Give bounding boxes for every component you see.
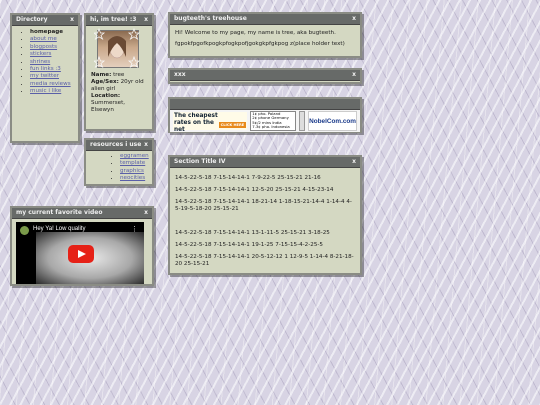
ad-rates-list[interactable]: 1¢ pho. Poland 2¢ phone Germany 5¢/2 min… <box>250 111 297 131</box>
directory-item-media-reviews[interactable]: media reviews <box>30 81 73 88</box>
section-iv-title: Section Title IV <box>174 158 226 165</box>
cipher-line: 14-5-22-5-18 7-15-14-14-1 20-5-12-12 1 1… <box>175 254 354 267</box>
resources-panel: resources i use x eggramen template grap… <box>84 138 154 186</box>
section-iv-header: Section Title IV x <box>170 157 360 168</box>
sparkle-icon <box>94 27 140 69</box>
directory-item-twitter[interactable]: my twitter <box>30 73 73 80</box>
treehouse-panel: bugteeth's treehouse x Hi! Welcome to my… <box>168 12 362 58</box>
ad-banner[interactable]: The cheapest rates on the net CLICK HERE… <box>170 110 360 133</box>
close-icon[interactable]: x <box>70 15 74 25</box>
video-player[interactable]: Hey Ya! Low quality ⋮ <box>16 222 144 284</box>
directory-item-homepage[interactable]: homepage <box>30 29 73 36</box>
resources-title: resources i use <box>90 141 142 148</box>
resource-item-eggramen[interactable]: eggramen <box>120 153 149 160</box>
video-name: Hey Ya! Low quality <box>33 226 86 232</box>
close-icon[interactable]: x <box>144 208 148 218</box>
cipher-line: 14-5-22-5-18 7-15-14-14-1 19-1-25 7-15-1… <box>175 242 323 248</box>
video-title: my current favorite video <box>16 209 103 216</box>
more-icon[interactable]: ⋮ <box>131 225 138 233</box>
ad-brand-logo: NobelCom.com <box>309 117 356 125</box>
xxx-panel: xxx x <box>168 68 362 84</box>
directory-item-stickers[interactable]: stickers <box>30 51 73 58</box>
close-icon[interactable]: x <box>352 14 356 24</box>
cipher-line <box>175 218 355 225</box>
directory-item-about[interactable]: about me <box>30 36 73 43</box>
ad-cta-button[interactable]: CLICK HERE <box>218 122 247 128</box>
ad-brand-box: NobelCom.com <box>308 111 357 131</box>
cipher-line: 14-5-22-5-18 7-15-14-14-1 7-9-22-5 25-15… <box>175 175 321 181</box>
close-icon[interactable]: x <box>144 140 148 150</box>
close-icon[interactable]: x <box>352 157 356 167</box>
play-icon <box>78 250 86 258</box>
directory-header: Directory x <box>12 15 78 26</box>
xxx-title: xxx <box>174 71 186 78</box>
resource-item-template[interactable]: template <box>120 160 147 167</box>
resources-header: resources i use x <box>86 140 152 151</box>
cipher-line: 14-5-22-5-18 7-15-14-14-1 13-1-11-5 25-1… <box>175 230 330 236</box>
profile-age: Age/Sex: 20yr old alien girl <box>91 79 144 92</box>
xxx-header: xxx x <box>170 70 360 81</box>
resources-list: eggramen template graphics neocities <box>112 153 149 183</box>
profile-panel: hi, im tree! :3 x Name: tree Age/Sex: 20… <box>84 13 154 131</box>
ad-scrollbar[interactable] <box>299 111 306 131</box>
ad-headline-box: The cheapest rates on the net CLICK HERE <box>173 112 248 133</box>
directory-list: homepage about me blogposts stickers shr… <box>22 29 73 96</box>
resource-item-graphics[interactable]: graphics <box>120 168 147 175</box>
video-header: my current favorite video x <box>12 208 152 219</box>
treehouse-header: bugteeth's treehouse x <box>170 14 360 25</box>
directory-panel: Directory x homepage about me blogposts … <box>10 13 80 143</box>
video-panel: my current favorite video x Hey Ya! Low … <box>10 206 154 286</box>
avatar <box>94 27 140 69</box>
placeholder-text: fgpokfpgofkpogkpfogkpofjgokgkpfgkpog z(p… <box>175 41 345 47</box>
directory-title: Directory <box>16 16 48 23</box>
profile-header: hi, im tree! :3 x <box>86 15 152 26</box>
play-button[interactable] <box>68 245 94 263</box>
cipher-line: 14-5-22-5-18 7-15-14-14-1 12-5-20 25-15-… <box>175 187 334 193</box>
close-icon[interactable]: x <box>352 70 356 80</box>
rate-item: 7.3¢ pho. Indonesia <box>252 123 290 129</box>
directory-item-shrines[interactable]: shrines <box>30 59 73 66</box>
cipher-line: 14-5-22-5-18 7-15-14-14-1 18-21-14 1-18-… <box>175 199 352 212</box>
directory-item-music[interactable]: music i like <box>30 88 73 95</box>
directory-item-fun-links[interactable]: fun links :3 <box>30 66 73 73</box>
profile-location: Location: Summerset, Elsewyn <box>91 93 126 113</box>
ad-header <box>170 99 360 110</box>
directory-item-blogposts[interactable]: blogposts <box>30 44 73 51</box>
section-iv-panel: Section Title IV x 14-5-22-5-18 7-15-14-… <box>168 155 362 275</box>
ad-panel: The cheapest rates on the net CLICK HERE… <box>168 97 362 133</box>
resource-item-neocities[interactable]: neocities <box>120 175 147 182</box>
welcome-text: Hi! Welcome to my page, my name is tree,… <box>175 30 336 36</box>
profile-name: Name: tree <box>91 72 125 78</box>
close-icon[interactable]: x <box>144 15 148 25</box>
profile-title: hi, im tree! :3 <box>90 16 137 23</box>
treehouse-title: bugteeth's treehouse <box>174 15 247 22</box>
channel-avatar <box>20 226 29 235</box>
